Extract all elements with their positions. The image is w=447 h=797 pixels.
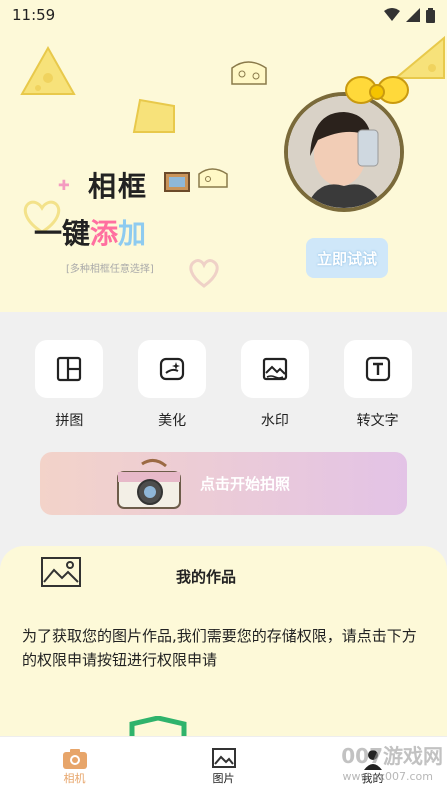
status-time: 11:59 [12, 6, 56, 24]
image-placeholder-icon [41, 557, 81, 587]
collage-button[interactable] [35, 340, 104, 398]
cheese-decoration [231, 61, 267, 85]
retro-camera-icon [117, 459, 181, 509]
my-works-card: 我的作品 为了获取您的图片作品,我们需要您的存储权限，请点击下方的权限申请按钮进… [0, 546, 447, 746]
tab-label: 相机 [63, 772, 86, 785]
permission-message: 为了获取您的图片作品,我们需要您的存储权限，请点击下方的权限申请按钮进行权限申请 [22, 627, 417, 669]
text-icon [365, 356, 390, 382]
signal-icon [406, 8, 420, 22]
tool-beautify[interactable]: 美化 [132, 340, 212, 430]
tool-label: 转文字 [356, 413, 399, 429]
beautify-button[interactable] [138, 340, 207, 398]
title-text-c: 加 [118, 217, 147, 250]
to-text-button[interactable] [343, 340, 412, 398]
site-watermark: 007游戏网 [341, 744, 443, 768]
title-text-a: 一键 [34, 217, 91, 250]
battery-icon [426, 7, 435, 23]
tab-label: 图片 [212, 772, 235, 785]
wifi-icon [384, 8, 400, 21]
start-shooting-label: 点击开始拍照 [200, 475, 291, 493]
cheese-decoration [20, 45, 76, 95]
heart-outline-icon [189, 259, 219, 288]
promo-banner[interactable]: ✚ 相框 一键添加 [多种相框任意选择] 立即试试 [0, 0, 447, 312]
tab-camera[interactable]: 相机 [0, 737, 149, 797]
frame-icon [164, 172, 190, 192]
bow-icon [345, 76, 409, 104]
watermark-icon [262, 357, 287, 381]
cheese-decoration [198, 168, 228, 188]
beautify-icon [160, 357, 185, 381]
tool-watermark[interactable]: 水印 [235, 340, 315, 430]
banner-title-line2: 一键添加 [34, 212, 146, 252]
tool-grid: 拼图 美化 水印 转文字 [0, 340, 447, 430]
tool-label: 美化 [158, 413, 187, 429]
image-icon [211, 748, 236, 768]
title-text-b: 添 [90, 217, 119, 250]
tool-to-text[interactable]: 转文字 [338, 340, 418, 430]
tool-collage[interactable]: 拼图 [29, 340, 109, 430]
status-bar: 11:59 [0, 0, 447, 30]
cheese-decoration [132, 98, 175, 133]
try-now-badge[interactable]: 立即试试 [306, 238, 388, 278]
banner-title-line1: 相框 [88, 170, 149, 203]
tab-images[interactable]: 图片 [149, 737, 298, 797]
site-watermark-url: www.yx007.com [342, 770, 433, 783]
tool-label: 拼图 [55, 413, 84, 429]
start-shooting-button[interactable]: 点击开始拍照 [40, 452, 407, 515]
camera-icon [62, 749, 87, 769]
banner-subtitle: [多种相框任意选择] [66, 264, 154, 275]
tool-label: 水印 [260, 413, 289, 429]
sparkle-icon: ✚ [58, 178, 70, 194]
watermark-button[interactable] [240, 340, 309, 398]
my-works-title: 我的作品 [176, 568, 237, 586]
collage-icon [57, 356, 82, 382]
